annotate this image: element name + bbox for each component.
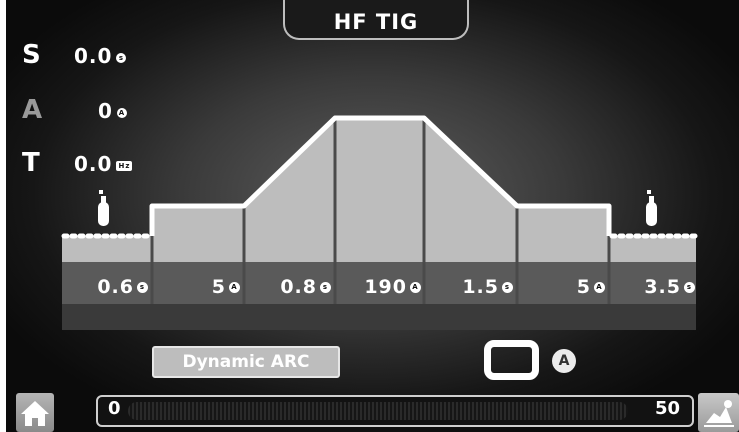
segment-downslope-time[interactable]: 1.5 s — [428, 272, 513, 302]
scale-track — [128, 402, 628, 420]
current-scale-bar[interactable]: 0 50 — [96, 395, 694, 427]
scale-min: 0 — [108, 398, 121, 419]
segment-post-gas-time[interactable]: 3.5 s — [613, 272, 695, 302]
welder-screen: HF TIG S 0.0 s A 0A T 0.0 Hz 0.6 s 5 A 0… — [6, 0, 739, 432]
gas-bottle-icon — [646, 190, 657, 226]
home-icon — [21, 401, 49, 426]
current-unit-badge: A — [552, 349, 576, 373]
segment-value: 0.8 — [280, 276, 317, 298]
segment-upslope-time[interactable]: 0.8 s — [248, 272, 331, 302]
segment-unit: s — [137, 282, 148, 293]
segment-value: 190 — [364, 276, 407, 298]
segment-unit: s — [684, 282, 695, 293]
segment-unit: s — [320, 282, 331, 293]
segment-unit: A — [410, 282, 421, 293]
home-button[interactable] — [16, 393, 54, 432]
gas-bottle-icon — [98, 190, 109, 226]
segment-pre-gas-time[interactable]: 0.6 s — [66, 272, 148, 302]
segment-weld-current[interactable]: 190 A — [339, 272, 421, 302]
segment-value: 5 — [211, 276, 226, 298]
segment-value: 1.5 — [462, 276, 499, 298]
segment-value: 5 — [576, 276, 591, 298]
segment-unit: A — [594, 282, 605, 293]
label-band-shadow — [62, 304, 696, 330]
segment-start-current[interactable]: 5A — [156, 272, 240, 302]
profile-fill — [62, 118, 696, 262]
current-value-display: 0 — [484, 340, 539, 380]
segment-unit: s — [502, 282, 513, 293]
scale-max: 50 — [654, 398, 680, 419]
segment-unit: A — [229, 282, 240, 293]
segment-value: 0.6 — [97, 276, 134, 298]
welder-button[interactable] — [698, 393, 739, 432]
segment-end-current[interactable]: 5A — [521, 272, 605, 302]
segment-value: 3.5 — [644, 276, 681, 298]
dynamic-arc-button[interactable]: Dynamic ARC — [152, 346, 340, 378]
welder-icon — [704, 400, 734, 427]
